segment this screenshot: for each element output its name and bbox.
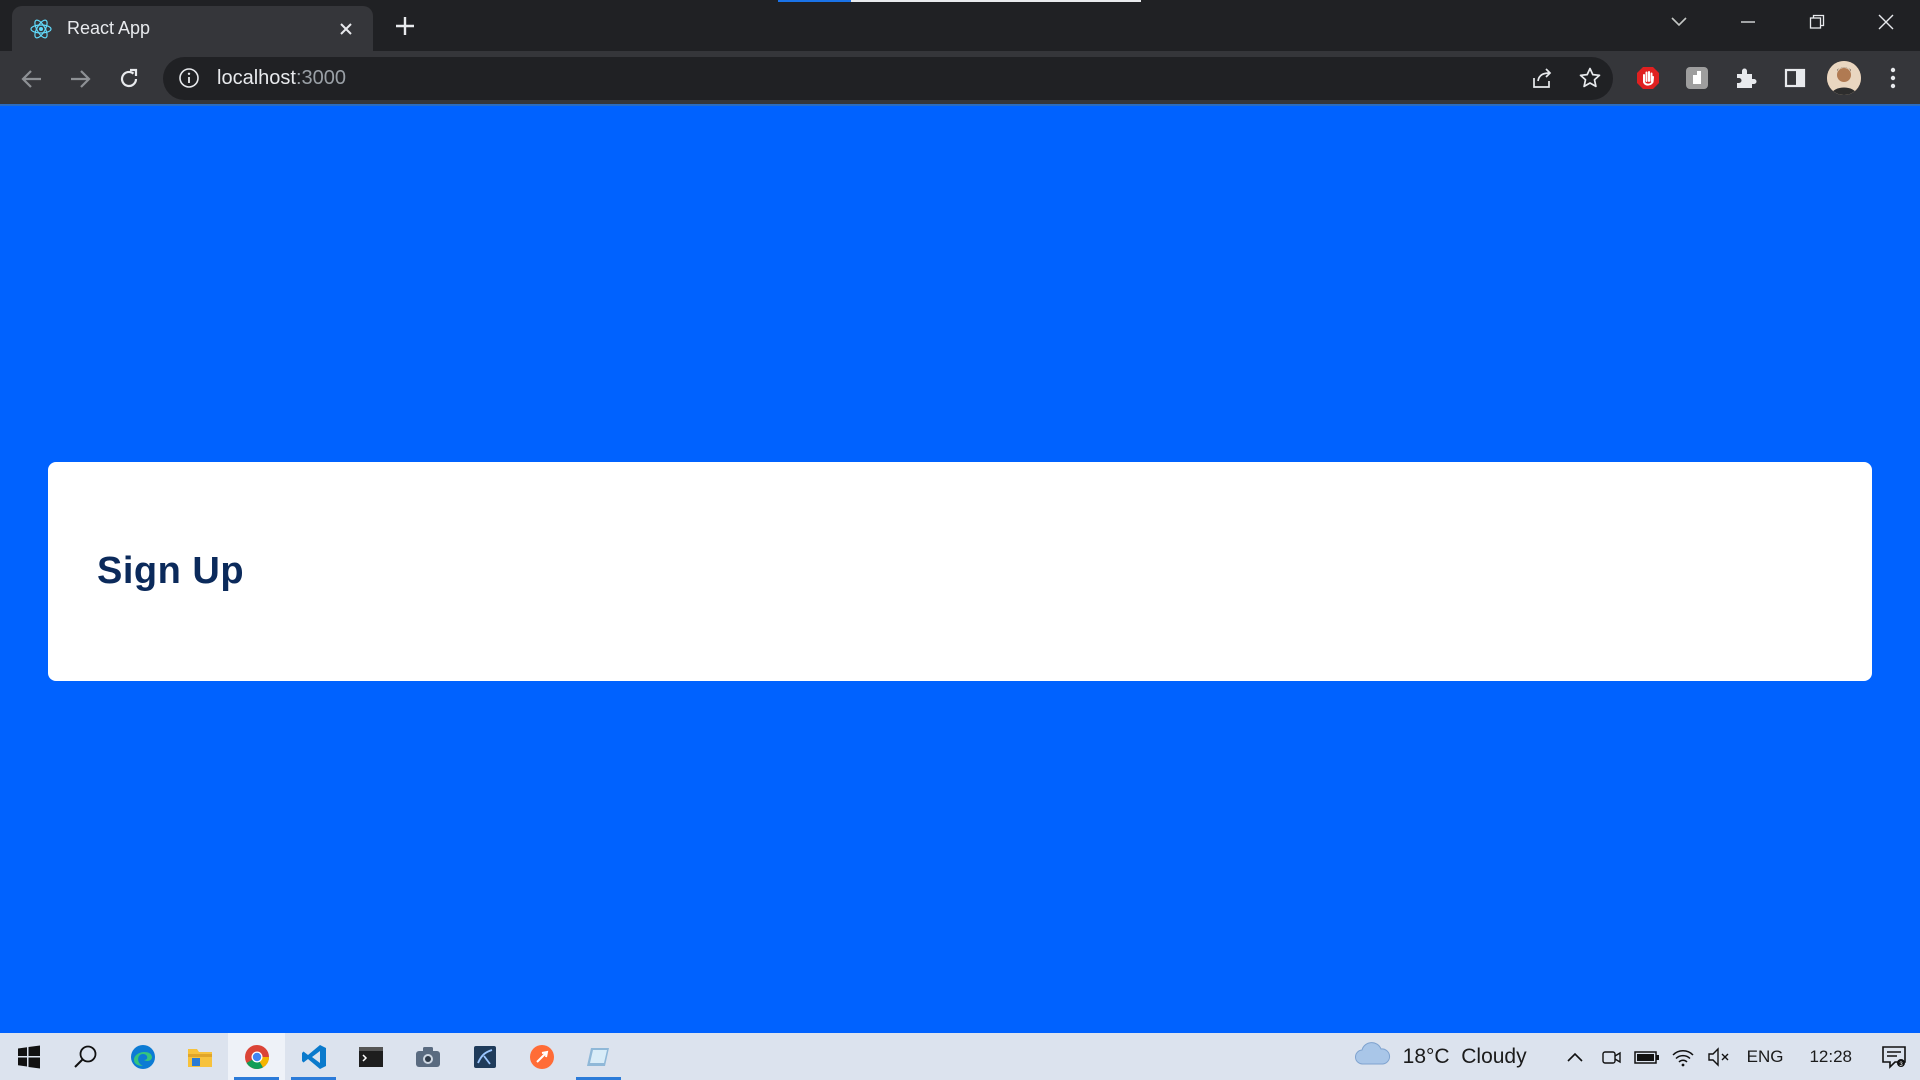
notification-center-icon[interactable]: 3: [1868, 1033, 1920, 1080]
new-tab-button[interactable]: [390, 11, 420, 41]
search-icon[interactable]: [57, 1033, 114, 1080]
side-panel-icon[interactable]: [1777, 60, 1813, 96]
cloud-icon: [1353, 1041, 1391, 1072]
adblock-hand-icon[interactable]: [1630, 60, 1666, 96]
tab-strip: React App: [0, 0, 1920, 51]
profile-avatar[interactable]: [1826, 60, 1862, 96]
bookmark-star-icon[interactable]: [1577, 65, 1603, 91]
vscode-icon[interactable]: [285, 1033, 342, 1080]
signup-card: Sign Up: [48, 462, 1872, 681]
loading-indicator-track: [851, 0, 1141, 2]
forward-button[interactable]: [65, 64, 95, 94]
tab-title: React App: [67, 18, 151, 38]
close-window-button[interactable]: [1851, 0, 1920, 44]
address-bar[interactable]: localhost:3000: [163, 57, 1613, 100]
loading-indicator: [778, 0, 851, 2]
extensions-area: [1630, 60, 1911, 96]
react-icon: [29, 17, 53, 41]
postman-icon[interactable]: [513, 1033, 570, 1080]
avatar: [1827, 61, 1861, 95]
clock[interactable]: 12:28: [1793, 1047, 1868, 1067]
window-controls: [1644, 0, 1920, 44]
battery-icon[interactable]: [1629, 1033, 1665, 1080]
minimize-button[interactable]: [1713, 0, 1782, 44]
restore-button[interactable]: [1782, 0, 1851, 44]
tab-search-chevron-icon[interactable]: [1644, 0, 1713, 44]
weather-text: 18°C Cloudy: [1402, 1044, 1527, 1068]
show-hidden-icons-chevron-icon[interactable]: [1557, 1033, 1593, 1080]
terminal-icon[interactable]: [342, 1033, 399, 1080]
weather-widget[interactable]: 18°C Cloudy: [1353, 1041, 1527, 1072]
system-tray: 18°C Cloudy ENG 12:28 3: [1353, 1033, 1920, 1080]
share-icon[interactable]: [1529, 65, 1555, 91]
page-title: Sign Up: [97, 550, 245, 592]
wifi-icon[interactable]: [1665, 1033, 1701, 1080]
database-tool-icon[interactable]: [456, 1033, 513, 1080]
extension-grey-icon[interactable]: [1679, 60, 1715, 96]
back-button[interactable]: [17, 64, 47, 94]
chrome-icon[interactable]: [228, 1033, 285, 1080]
start-button[interactable]: [0, 1033, 57, 1080]
edge-browser-icon[interactable]: [114, 1033, 171, 1080]
windows-taskbar: 18°C Cloudy ENG 12:28 3: [0, 1033, 1920, 1080]
volume-muted-icon[interactable]: [1701, 1033, 1737, 1080]
app-window-icon[interactable]: [570, 1033, 627, 1080]
meet-camera-icon[interactable]: [1593, 1033, 1629, 1080]
file-explorer-icon[interactable]: [171, 1033, 228, 1080]
close-tab-icon[interactable]: [333, 16, 359, 42]
extensions-puzzle-icon[interactable]: [1728, 60, 1764, 96]
url-port: :3000: [295, 67, 346, 89]
language-indicator[interactable]: ENG: [1737, 1047, 1794, 1067]
url-host: localhost: [217, 67, 296, 89]
browser-menu-icon[interactable]: [1875, 60, 1911, 96]
site-info-icon[interactable]: [178, 67, 202, 91]
camera-icon[interactable]: [399, 1033, 456, 1080]
browser-toolbar: localhost:3000: [0, 51, 1920, 106]
browser-tab[interactable]: React App: [12, 6, 373, 51]
reload-button[interactable]: [114, 64, 144, 94]
